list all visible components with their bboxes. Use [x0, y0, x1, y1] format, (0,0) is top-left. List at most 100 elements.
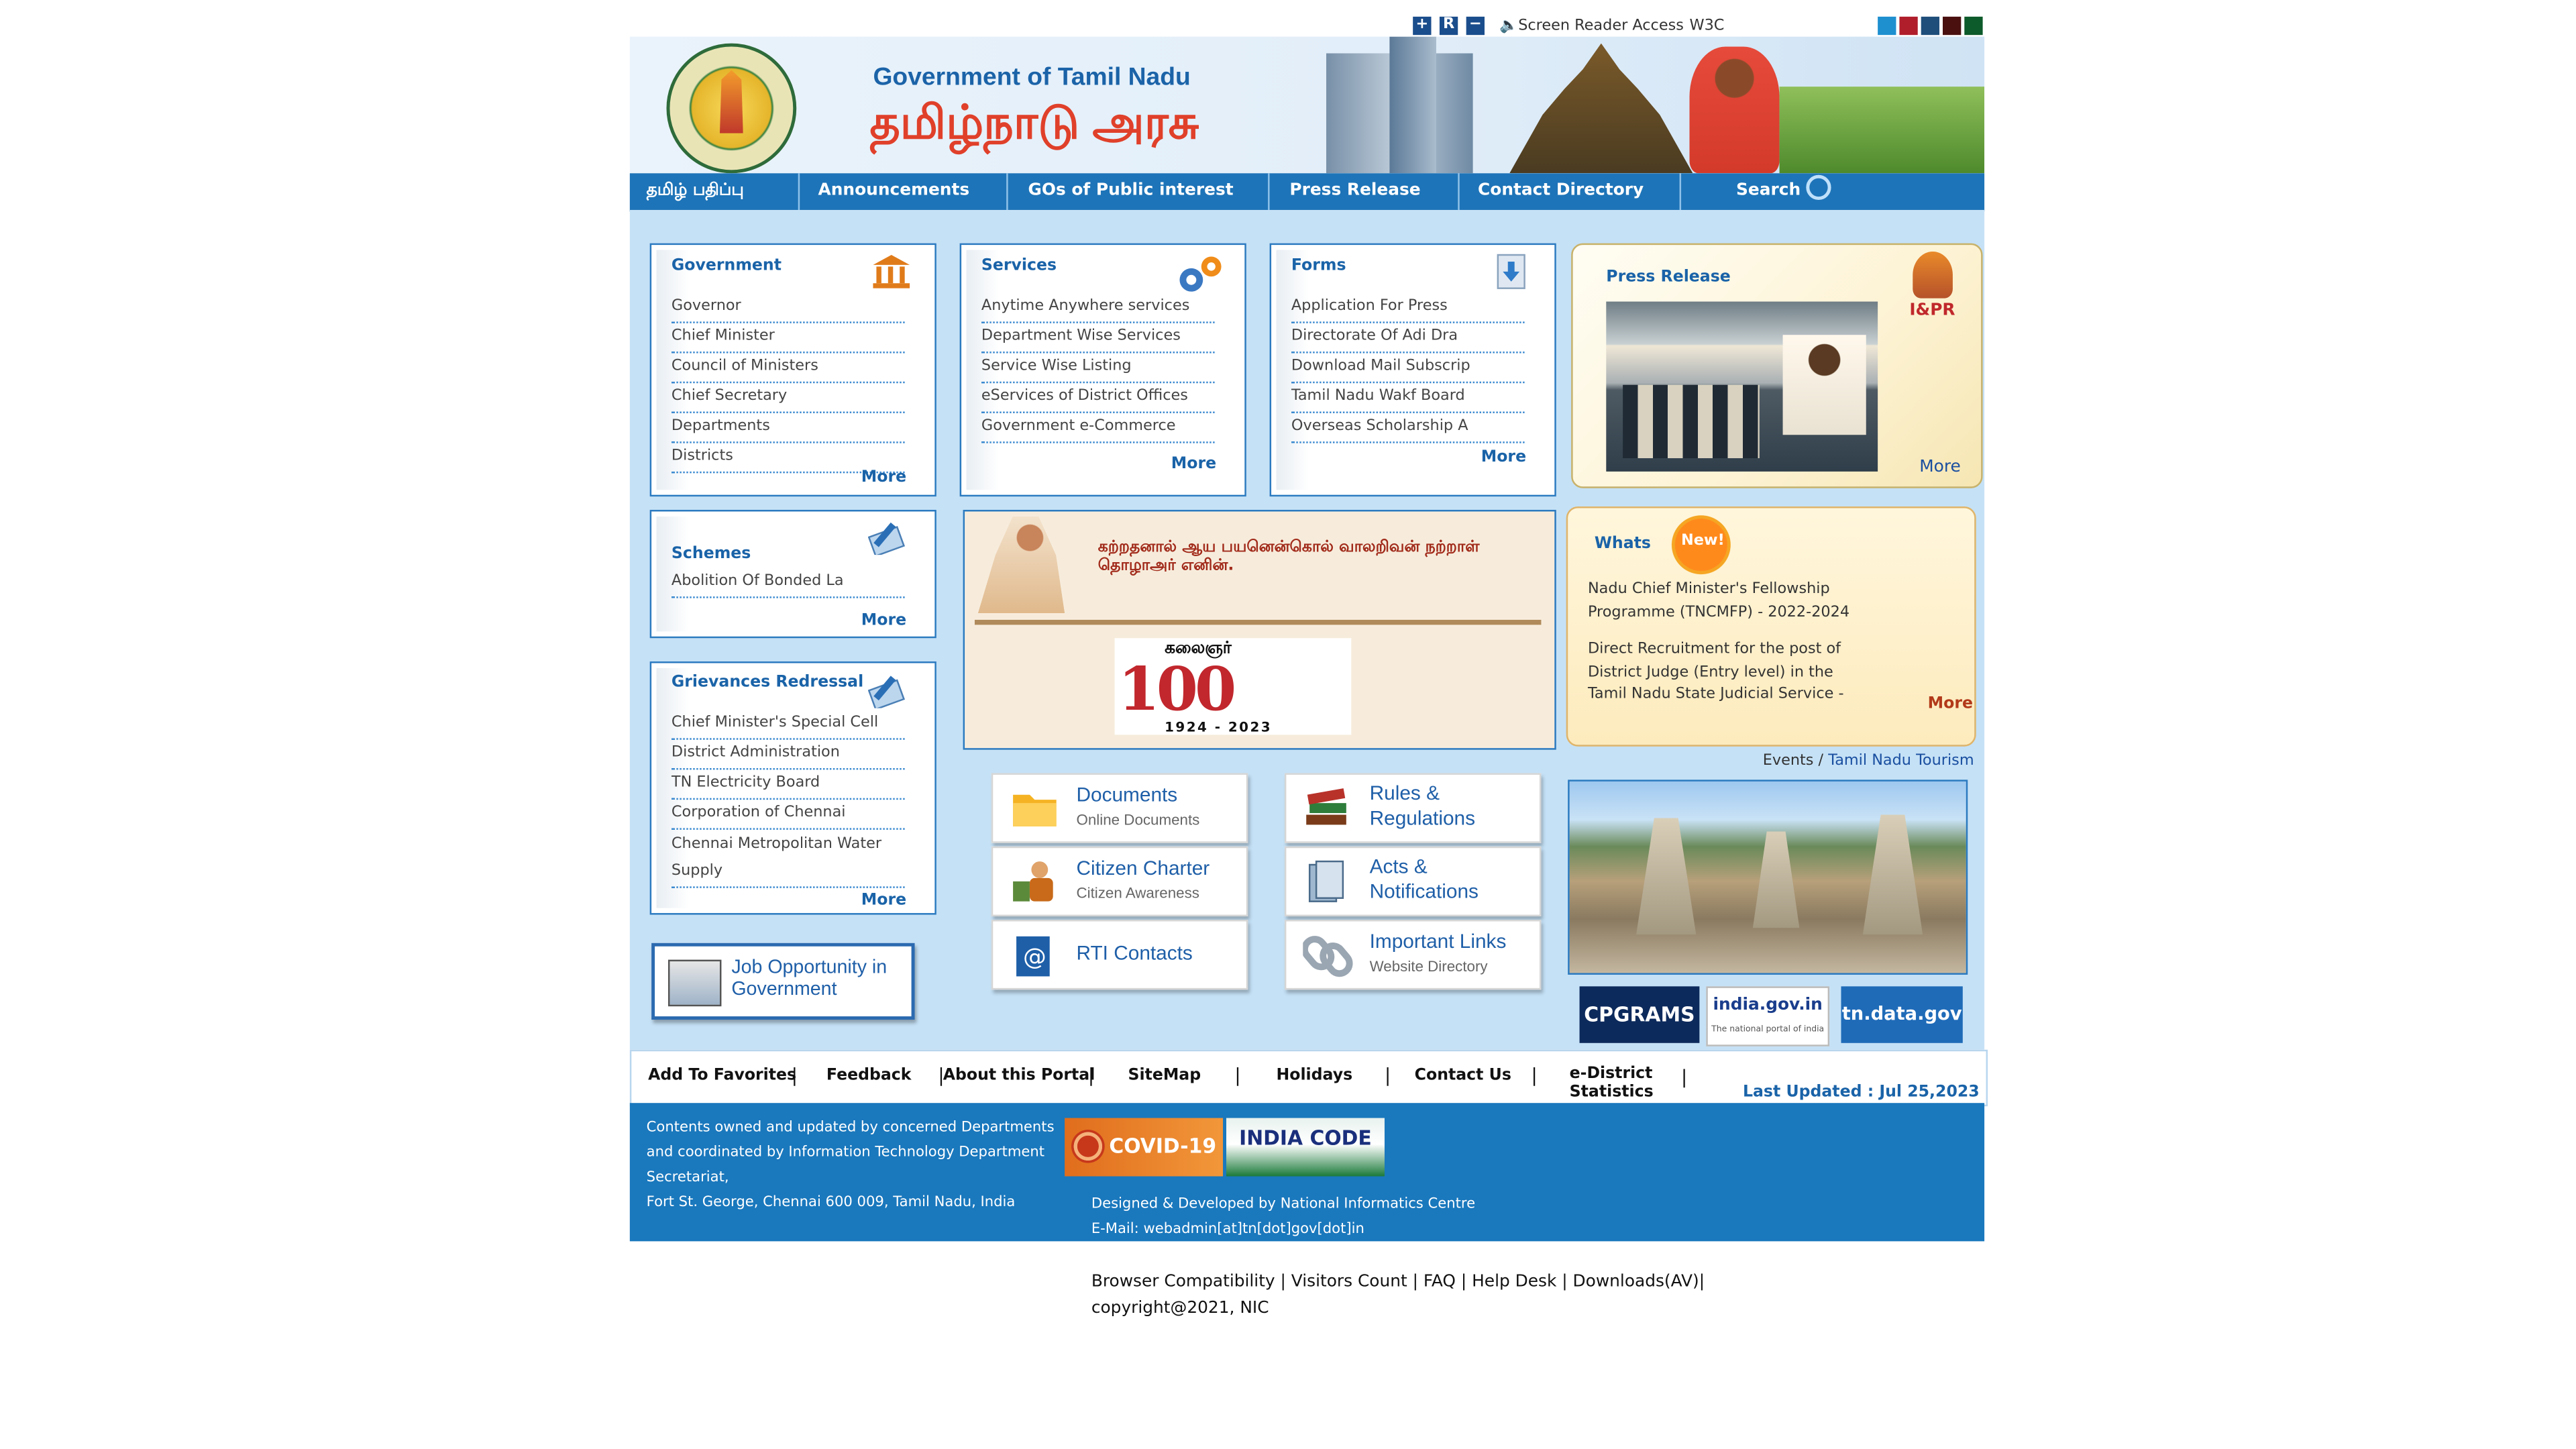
whats-new-panel: Whats New! Nadu Chief Minister's Fellows… — [1566, 506, 1976, 747]
job-opportunity-banner[interactable]: Job Opportunity in Government — [651, 943, 915, 1020]
divider — [974, 619, 1542, 625]
india-gov-link[interactable]: india.gov.in The national portal of indi… — [1706, 986, 1830, 1046]
farmers-image — [1779, 87, 1985, 174]
list-item[interactable]: Department Wise Services — [981, 325, 1215, 354]
india-gov-title: india.gov.in — [1713, 996, 1823, 1015]
feedback-link[interactable]: Feedback — [826, 1067, 912, 1085]
footer-address-line: Fort St. George, Chennai 600 009, Tamil … — [646, 1194, 1016, 1212]
add-to-favorites-link[interactable]: Add To Favorites — [648, 1067, 796, 1085]
list-item[interactable]: Application For Press — [1291, 295, 1525, 323]
events-links: Events / Tamil Nadu Tourism — [1763, 753, 1974, 770]
binder-icon — [1308, 860, 1344, 902]
list-item[interactable]: District Administration — [671, 741, 905, 770]
list-item[interactable]: Corporation of Chennai — [671, 802, 905, 830]
grievances-more-link[interactable]: More — [861, 892, 906, 910]
font-decrease-button[interactable]: − — [1466, 16, 1485, 36]
list-item[interactable]: Governor — [671, 295, 905, 323]
w3c-link[interactable]: W3C — [1689, 18, 1724, 35]
kalaignar-100-logo[interactable]: கலைஞர் 100 1924 - 2023 — [1114, 638, 1352, 735]
grievances-title: Grievances Redressal — [671, 673, 864, 692]
nav-contact-directory[interactable]: Contact Directory — [1461, 173, 1682, 210]
theme-swatch-green[interactable] — [1964, 16, 1983, 36]
citizen-charter-tile-subtitle: Citizen Awareness — [1076, 884, 1199, 902]
screen-reader-link[interactable]: 🔈Screen Reader Access — [1499, 18, 1684, 35]
list-item[interactable]: Download Mail Subscrip — [1291, 355, 1525, 384]
theme-swatch-maroon[interactable] — [1942, 16, 1962, 36]
theme-swatch-navy[interactable] — [1921, 16, 1940, 36]
news-item[interactable]: Direct Recruitment for the post of Distr… — [1588, 640, 1871, 708]
forms-panel: Forms Application For Press Directorate … — [1269, 243, 1556, 497]
list-item[interactable]: Overseas Scholarship A — [1291, 415, 1525, 443]
list-item[interactable]: Tamil Nadu Wakf Board — [1291, 385, 1525, 413]
services-title: Services — [981, 256, 1057, 275]
government-panel: Government Governor Chief Minister Counc… — [649, 243, 936, 497]
list-item[interactable]: Council of Ministers — [671, 355, 905, 384]
list-item[interactable]: Chennai Metropolitan Water Supply — [671, 831, 905, 888]
designed-by-text: Designed & Developed by National Informa… — [1091, 1196, 1476, 1214]
list-item[interactable]: Departments — [671, 415, 905, 443]
services-list: Anytime Anywhere services Department Wis… — [981, 295, 1215, 445]
forms-more-link[interactable]: More — [1481, 448, 1526, 466]
theme-swatch-red[interactable] — [1899, 16, 1918, 36]
cpgrams-link[interactable]: CPGRAMS — [1579, 986, 1700, 1043]
covid19-link[interactable]: COVID-19 — [1065, 1118, 1224, 1177]
list-item[interactable]: Service Wise Listing — [981, 355, 1215, 384]
list-item[interactable]: Anytime Anywhere services — [981, 295, 1215, 323]
news-item[interactable]: Nadu Chief Minister's Fellowship Program… — [1588, 580, 1871, 625]
documents-tile[interactable]: Documents Online Documents — [991, 773, 1248, 843]
bottom-links-line[interactable]: Browser Compatibility | Visitors Count |… — [1091, 1270, 1705, 1297]
theme-swatch-blue[interactable] — [1878, 16, 1896, 36]
holidays-link[interactable]: Holidays — [1277, 1067, 1353, 1085]
acts-notifications-tile[interactable]: Acts & Notifications — [1284, 846, 1542, 917]
schemes-more-link[interactable]: More — [861, 612, 906, 630]
site-title-tamil: தமிழ்நாடு அரசு — [869, 97, 1199, 149]
india-code-link[interactable]: INDIA CODE — [1226, 1118, 1385, 1177]
government-list: Governor Chief Minister Council of Minis… — [671, 295, 905, 475]
nav-announcements[interactable]: Announcements — [802, 173, 1008, 210]
font-reset-button[interactable]: R — [1439, 16, 1458, 36]
site-title-english: Government of Tamil Nadu — [873, 63, 1191, 92]
nav-search[interactable]: Search — [1683, 173, 1849, 210]
list-item[interactable]: TN Electricity Board — [671, 771, 905, 800]
tourism-link[interactable]: Tamil Nadu Tourism — [1828, 753, 1974, 770]
rules-regulations-tile[interactable]: Rules & Regulations — [1284, 773, 1542, 843]
services-more-link[interactable]: More — [1171, 455, 1216, 473]
contact-us-link[interactable]: Contact Us — [1415, 1067, 1511, 1085]
list-item[interactable]: Chief Minister's Special Cell — [671, 712, 905, 740]
e-district-statistics-link[interactable]: e-District Statistics — [1570, 1065, 1670, 1102]
new-starburst-icon: New! — [1668, 511, 1735, 578]
sitemap-link[interactable]: SiteMap — [1128, 1067, 1201, 1085]
list-item[interactable]: Directorate Of Adi Dra — [1291, 325, 1525, 354]
nav-gos-public-interest[interactable]: GOs of Public interest — [1010, 173, 1270, 210]
list-item[interactable]: Chief Minister — [671, 325, 905, 354]
rti-contacts-tile[interactable]: @ RTI Contacts — [991, 920, 1248, 990]
list-item[interactable]: Chief Secretary — [671, 385, 905, 413]
about-portal-link[interactable]: About this Portal — [943, 1067, 1095, 1085]
documents-tile-title: Documents — [1076, 783, 1178, 807]
acts-tile-title: Acts & — [1369, 855, 1428, 878]
press-release-more-link[interactable]: More — [1919, 458, 1961, 476]
tn-data-gov-link[interactable]: tn.data.gov — [1841, 986, 1963, 1043]
nav-tamil-version[interactable]: தமிழ் பதிப்பு — [630, 173, 800, 210]
whats-new-more-link[interactable]: More — [1928, 695, 1973, 713]
nav-press-release[interactable]: Press Release — [1271, 173, 1460, 210]
screen-reader-label: Screen Reader Access — [1518, 18, 1684, 36]
state-emblem-logo[interactable] — [666, 43, 797, 174]
bottom-links: Browser Compatibility | Visitors Count |… — [1091, 1270, 1705, 1323]
citizen-charter-tile[interactable]: Citizen Charter Citizen Awareness — [991, 846, 1248, 917]
press-release-photo[interactable] — [1606, 301, 1878, 472]
gopuram-icon — [719, 70, 743, 133]
list-item[interactable]: Abolition Of Bonded La — [671, 570, 905, 598]
kalaignar-logo-number: 100 — [1118, 655, 1237, 725]
government-more-link[interactable]: More — [861, 468, 906, 486]
list-item[interactable]: eServices of District Offices — [981, 385, 1215, 413]
temple-tower-image — [1862, 814, 1923, 935]
ipr-mascot-icon — [1913, 252, 1953, 299]
important-links-tile[interactable]: Important Links Website Directory — [1284, 920, 1542, 990]
schemes-title: Schemes — [671, 545, 751, 564]
separator: | — [791, 1065, 798, 1087]
list-item[interactable]: Government e-Commerce — [981, 415, 1215, 443]
tourism-photo[interactable] — [1568, 780, 1968, 975]
events-link[interactable]: Events / — [1763, 753, 1823, 770]
font-increase-button[interactable]: + — [1413, 16, 1432, 36]
